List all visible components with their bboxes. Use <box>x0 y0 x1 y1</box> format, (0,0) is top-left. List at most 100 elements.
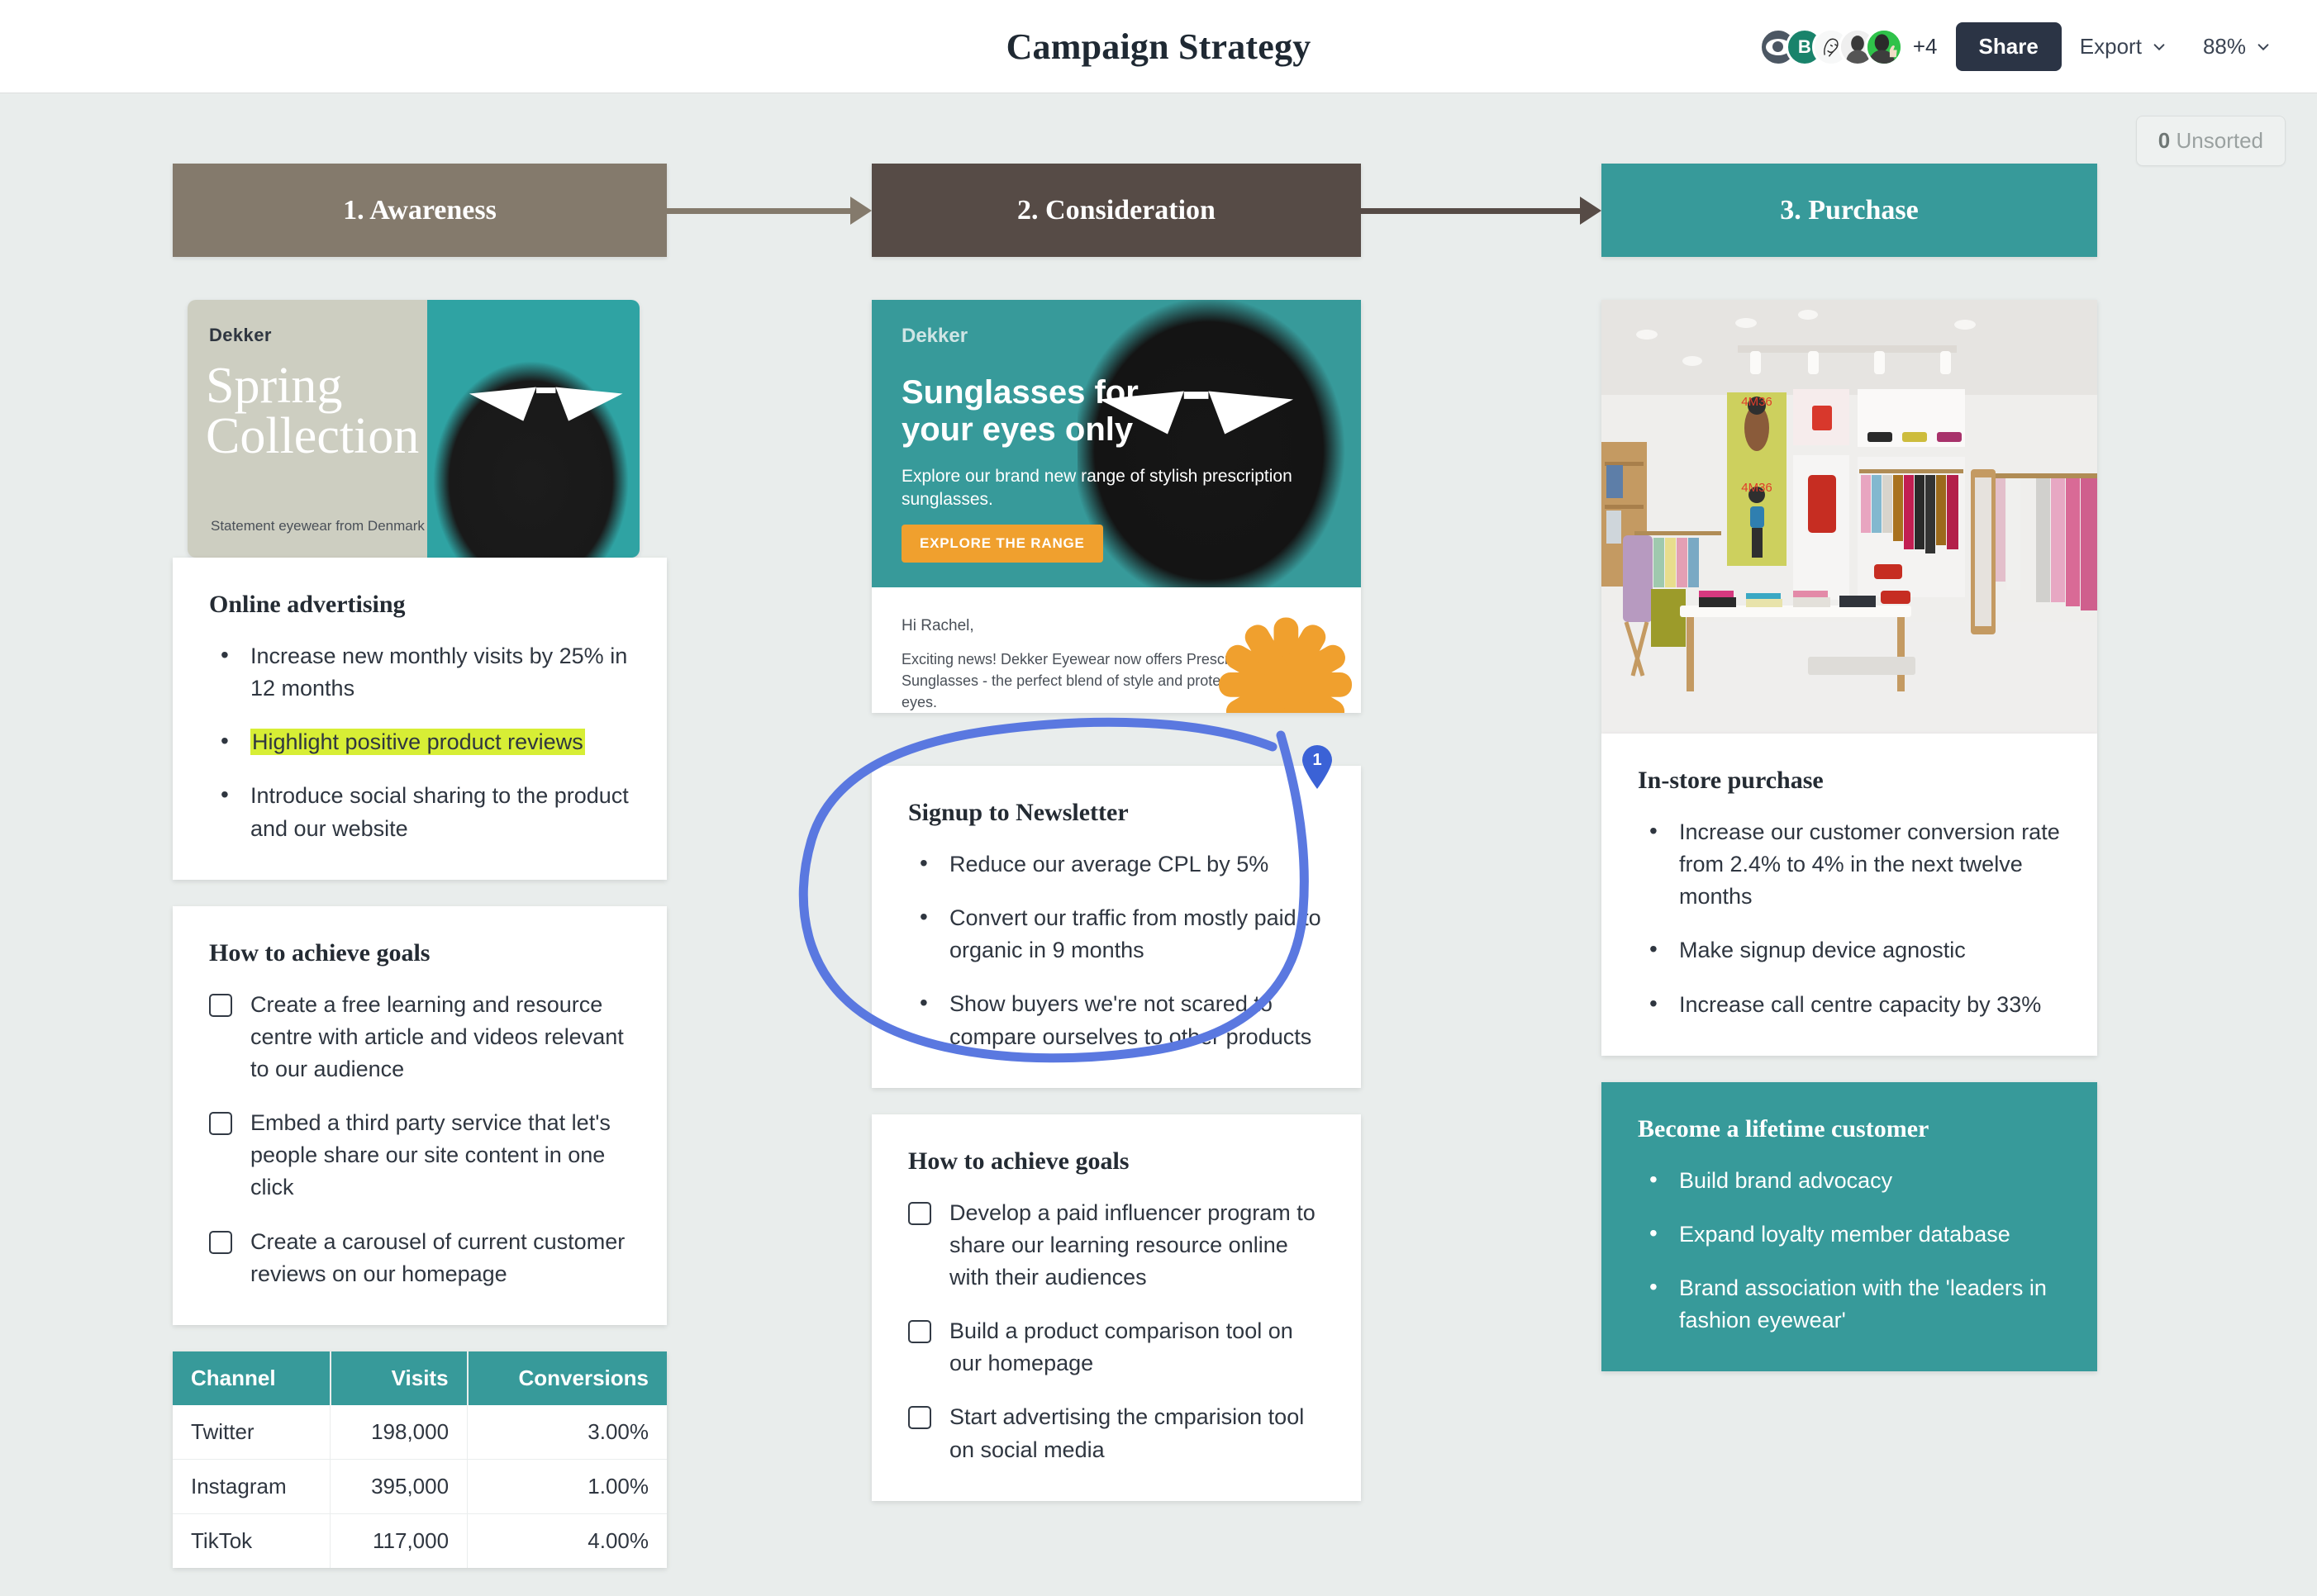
chevron-down-icon <box>2258 43 2269 50</box>
email-hero: Dekker Sunglasses for your eyes only Exp… <box>872 300 1361 587</box>
svg-text:4M36: 4M36 <box>1741 481 1772 495</box>
list-item: Brand association with the 'leaders in f… <box>1638 1271 2061 1337</box>
export-button[interactable]: Export <box>2062 26 2185 68</box>
share-button[interactable]: Share <box>1955 22 2062 71</box>
avatar-overflow-count[interactable]: +4 <box>1913 34 1938 59</box>
arrow-head-icon <box>850 197 872 225</box>
spring-collection-ad-image[interactable]: Dekker Spring Collection Statement eyewe… <box>188 300 640 558</box>
cell-conversions: 4.00% <box>588 1527 649 1553</box>
ad-headline: Spring Collection <box>206 360 420 464</box>
card-online-advertising[interactable]: Online advertising Increase new monthly … <box>173 558 667 880</box>
checklist-text: Build a product comparison tool on our h… <box>949 1318 1293 1376</box>
collaborator-avatars[interactable]: B <box>1758 0 1903 93</box>
checkbox[interactable] <box>209 1230 232 1254</box>
checklist-text: Develop a paid influencer program to sha… <box>949 1199 1316 1290</box>
bullet-text: Convert our traffic from mostly paid to … <box>949 905 1321 963</box>
card-how-to-achieve-goals-awareness[interactable]: How to achieve goals Create a free learn… <box>173 905 667 1325</box>
bullet-text: Increase call centre capacity by 33% <box>1679 991 2042 1017</box>
column-awareness: Dekker Spring Collection Statement eyewe… <box>173 300 667 1568</box>
checklist-text: Create a free learning and resource cent… <box>250 991 624 1081</box>
ad-left-panel: Dekker Spring Collection Statement eyewe… <box>188 300 427 558</box>
cell-conversions: 1.00% <box>467 1459 667 1514</box>
bullet-text-highlighted: Highlight positive product reviews <box>250 729 585 756</box>
list-item: Expand loyalty member database <box>1638 1217 2061 1251</box>
bullet-text: Build brand advocacy <box>1679 1167 1893 1193</box>
ad-headline-line2: Collection <box>206 407 420 464</box>
checkbox[interactable] <box>209 993 232 1017</box>
bullet-text: Brand association with the 'leaders in f… <box>1679 1275 2047 1333</box>
list-item: Create a free learning and resource cent… <box>209 989 630 1085</box>
list-item: Show buyers we're not scared to compare … <box>908 986 1325 1052</box>
cell-channel: TikTok <box>173 1513 331 1568</box>
arrow-line <box>1361 207 1580 214</box>
ad-brand-label: Dekker <box>209 325 272 345</box>
bullet-text: Increase new monthly visits by 25% in 12… <box>250 644 628 701</box>
list-item: Increase our customer conversion rate fr… <box>1638 815 2061 913</box>
card-signup-to-newsletter[interactable]: 1 Signup to Newsletter Reduce our averag… <box>798 717 1361 1088</box>
column-purchase: 4M36 4M36 In-store purchase • Increase o… <box>1601 300 2097 1398</box>
card-title: Online advertising <box>209 591 406 618</box>
table-header-row: Channel Visits Conversions <box>173 1351 667 1405</box>
list-item: Reduce our average CPL by 5% <box>908 847 1325 881</box>
stage-header-purchase[interactable]: 3. Purchase <box>1601 164 2097 257</box>
column-header-channel: Channel <box>173 1351 331 1405</box>
unsorted-badge[interactable]: 0 Unsorted <box>2135 116 2286 166</box>
list-item: Build brand advocacy <box>1638 1163 2061 1197</box>
cell-visits: 117,000 <box>330 1513 469 1568</box>
ad-right-photo <box>426 300 640 558</box>
email-brand-label: Dekker <box>902 325 968 347</box>
checklist-text: Start advertising the cmparision tool on… <box>949 1404 1305 1462</box>
explore-the-range-button[interactable]: EXPLORE THE RANGE <box>902 525 1103 563</box>
flow-arrow-2 <box>1361 194 1601 227</box>
bullet-list: Increase our customer conversion rate fr… <box>1638 815 2061 1021</box>
list-item: Create a carousel of current customer re… <box>209 1226 630 1290</box>
column-header-conversions: Conversions <box>467 1351 667 1405</box>
unsorted-count: 0 <box>2158 128 2171 153</box>
bullet-list: Reduce our average CPL by 5% Convert our… <box>908 847 1325 1053</box>
in-store-photo[interactable]: 4M36 4M36 <box>1601 300 2097 734</box>
avatar-thumbsup[interactable] <box>1864 27 1903 66</box>
zoom-level-label: 88% <box>2202 34 2246 59</box>
checklist: Create a free learning and resource cent… <box>209 989 630 1290</box>
card-title: In-store purchase <box>1638 767 1824 794</box>
checkbox[interactable] <box>908 1201 931 1225</box>
bullet-text: Introduce social sharing to the product … <box>250 783 629 841</box>
checkbox[interactable] <box>908 1320 931 1344</box>
annotation-pin-number: 1 <box>1312 751 1322 769</box>
cell-conversions: 3.00% <box>467 1404 667 1460</box>
export-label: Export <box>2079 34 2142 59</box>
card-become-a-lifetime-customer[interactable]: Become a lifetime customer Build brand a… <box>1601 1081 2097 1372</box>
stage-header-consideration[interactable]: 2. Consideration <box>872 164 1361 257</box>
list-item: Convert our traffic from mostly paid to … <box>908 900 1325 967</box>
list-item: Start advertising the cmparision tool on… <box>908 1401 1325 1465</box>
checkbox[interactable] <box>209 1112 232 1136</box>
list-item: Build a product comparison tool on our h… <box>908 1315 1325 1380</box>
column-consideration: Dekker Sunglasses for your eyes only Exp… <box>798 300 1361 1527</box>
svg-text:4M36: 4M36 <box>1741 395 1772 409</box>
bullet-text: Reduce our average CPL by 5% <box>949 852 1269 876</box>
list-item: Highlight positive product reviews <box>209 724 630 758</box>
newsletter-email-mockup[interactable]: Dekker Sunglasses for your eyes only Exp… <box>872 300 1361 713</box>
list-item: Embed a third party service that let's p… <box>209 1107 630 1204</box>
channel-metrics-table[interactable]: Channel Visits Conversions Twitter 198,0… <box>173 1351 667 1568</box>
retail-store-interior-image: 4M36 4M36 <box>1601 300 2097 734</box>
bullet-text: Show buyers we're not scared to compare … <box>949 991 1312 1049</box>
arrow-head-icon <box>1580 197 1601 225</box>
list-item: Develop a paid influencer program to sha… <box>908 1197 1325 1294</box>
checklist-text: Embed a third party service that let's p… <box>250 1110 611 1200</box>
asterisk-shape-icon <box>1219 617 1352 713</box>
list-item: Increase call centre capacity by 33% <box>1638 987 2061 1021</box>
table-row: Instagram 395,000 1.00% <box>173 1459 667 1514</box>
thumbs-up-person-icon <box>1867 30 1901 64</box>
checklist: Develop a paid influencer program to sha… <box>908 1197 1325 1466</box>
card-in-store-purchase[interactable]: In-store purchase Increase our customer … <box>1601 734 2097 1056</box>
unsorted-label: Unsorted <box>2176 128 2264 153</box>
checkbox[interactable] <box>908 1406 931 1430</box>
chevron-down-icon <box>2153 43 2165 50</box>
card-how-to-achieve-goals-consideration[interactable]: How to achieve goals Develop a paid infl… <box>872 1114 1361 1501</box>
sunglasses-icon <box>469 387 623 421</box>
table-row: Twitter 198,000 3.00% <box>173 1404 667 1460</box>
checklist-text: Create a carousel of current customer re… <box>250 1228 626 1286</box>
stage-header-awareness[interactable]: 1. Awareness <box>173 164 667 257</box>
zoom-level-button[interactable]: 88% <box>2185 26 2289 68</box>
